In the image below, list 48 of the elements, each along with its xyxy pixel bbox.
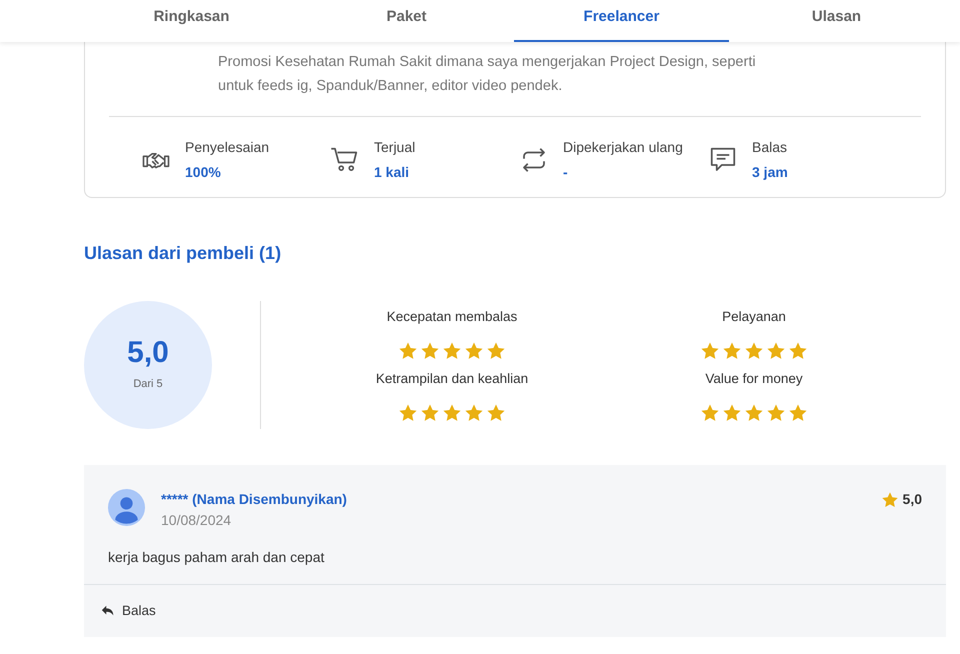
stat-label: Balas <box>752 138 788 157</box>
star-icon <box>442 403 462 424</box>
score-value: 5,0 <box>127 338 169 368</box>
star-icon <box>700 403 720 424</box>
category-label: Pelayanan <box>722 308 786 326</box>
tab[interactable]: Freelancer <box>514 0 729 42</box>
stat-label: Dipekerjakan ulang <box>563 138 683 157</box>
stat-value: - <box>563 163 569 182</box>
reply-button[interactable]: Balas <box>100 601 156 622</box>
star-icon <box>398 341 418 361</box>
star-icon <box>766 403 786 424</box>
tab[interactable]: Ringkasan <box>84 0 299 42</box>
section-heading: Ulasan dari pembeli (1) <box>84 242 282 265</box>
star-icon <box>464 341 484 361</box>
avatar-icon <box>108 489 145 526</box>
stat-value: 100% <box>185 163 222 182</box>
stat-value: 3 jam <box>752 163 788 182</box>
category-label: Kecepatan membalas <box>386 308 518 326</box>
tab[interactable]: Ulasan <box>729 0 944 42</box>
star-icon <box>420 403 440 424</box>
star-icon <box>464 403 484 424</box>
review-date: 10/08/2024 <box>161 511 232 530</box>
description-text: Promosi Kesehatan Rumah Sakit dimana saya mengerjakan Project Design, seperti <box>218 53 756 72</box>
star-icon <box>700 341 720 361</box>
stat-label: Terjual <box>374 138 416 157</box>
star-icon <box>722 341 742 361</box>
star-icon <box>722 403 742 424</box>
score-caption: Dari 5 <box>133 376 163 392</box>
star-icon <box>766 341 786 361</box>
description-text: untuk feeds ig, Spanduk/Banner, editor video pendek. <box>218 77 562 96</box>
review-rating: 5,0 <box>902 490 922 509</box>
star-icon <box>486 403 506 424</box>
tab[interactable]: Paket <box>299 0 514 42</box>
star-icon <box>788 341 808 361</box>
star-icon <box>744 403 764 424</box>
star-icon <box>442 341 462 361</box>
category-label: Ketrampilan dan keahlian <box>376 370 528 388</box>
review-text: kerja bagus paham arah dan cepat <box>108 548 326 567</box>
star-icon <box>880 490 899 508</box>
star-icon <box>744 341 764 361</box>
star-icon <box>486 341 506 361</box>
category-label: Value for money <box>705 370 803 388</box>
star-icon <box>788 403 808 424</box>
stat-value: 1 kali <box>374 163 410 182</box>
reviewer-name: ***** (Nama Disembunyikan) <box>161 490 348 509</box>
star-icon <box>420 341 440 361</box>
stat-label: Penyelesaian <box>185 138 270 157</box>
star-icon <box>398 403 418 424</box>
